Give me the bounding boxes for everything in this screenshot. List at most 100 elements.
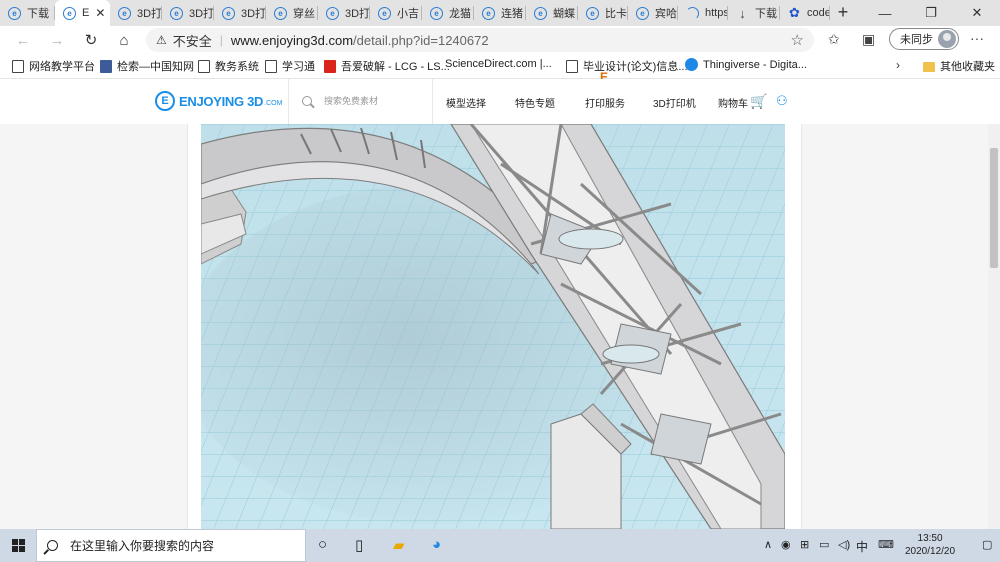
tab-15[interactable]: ✿ code: [780, 0, 830, 26]
avatar: [938, 30, 956, 48]
network-icon[interactable]: ⊞: [800, 538, 809, 551]
edge-page-icon: e: [222, 6, 235, 20]
ime-indicator[interactable]: 中: [856, 538, 868, 555]
divider: [432, 79, 433, 124]
minimize-button[interactable]: —: [862, 0, 908, 26]
logo-e-icon: E: [155, 91, 175, 111]
tab-active[interactable]: e E ✕: [55, 0, 110, 26]
tab-label: 穿丝: [293, 8, 315, 20]
edge-browser-icon[interactable]: ◕: [432, 536, 441, 553]
page-icon: [265, 59, 277, 73]
notifications-icon[interactable]: ▢: [982, 538, 992, 551]
wechat-tray-icon[interactable]: ◉: [781, 538, 791, 551]
more-menu-icon[interactable]: ···: [970, 30, 984, 46]
cart-icon[interactable]: 🛒: [750, 93, 767, 110]
start-button[interactable]: [0, 529, 36, 562]
taskbar-search-input[interactable]: 在这里输入你要搜索的内容: [70, 537, 214, 554]
windows-taskbar: 在这里输入你要搜索的内容 ○ ▯ ▰ ◕ ∧ ◉ ⊞ ▭ ◁) 中 ⌨ 13:5…: [0, 529, 1000, 562]
site-search[interactable]: 搜索免费素材: [302, 94, 378, 107]
volume-icon[interactable]: ◁): [838, 538, 850, 551]
tab-strip: e 下载 e E ✕ e 3D打 e 3D打 e 3D打 e 穿丝 e 3D打 …: [0, 0, 1000, 26]
warning-icon[interactable]: ⚠: [156, 33, 167, 47]
bookmark-item[interactable]: 教务系统: [198, 58, 259, 74]
tab-10[interactable]: e 蝴蝶: [526, 0, 578, 26]
favorites-icon[interactable]: ✩: [828, 31, 840, 48]
tab-close-icon[interactable]: ✕: [95, 6, 105, 20]
nav-print-service[interactable]: 打印服务: [585, 95, 625, 110]
tab-3[interactable]: e 3D打: [162, 0, 214, 26]
forward-button[interactable]: →: [46, 29, 68, 51]
tab-12[interactable]: e 宾哈: [628, 0, 678, 26]
edge-page-icon: e: [378, 6, 391, 20]
favorite-star-icon[interactable]: ☆: [791, 31, 804, 49]
tab-label: 3D打: [241, 8, 266, 20]
url-text[interactable]: www.enjoying3d.com/detail.php?id=1240672: [231, 33, 489, 48]
new-tab-button[interactable]: +: [833, 3, 853, 23]
search-input[interactable]: 搜索免费素材: [324, 94, 378, 107]
tab-2[interactable]: e 3D打: [110, 0, 162, 26]
cortana-icon[interactable]: ○: [318, 536, 327, 553]
address-bar[interactable]: ⚠ 不安全 | www.enjoying3d.com/detail.php?id…: [146, 28, 814, 52]
task-view-icon[interactable]: ▯: [355, 536, 363, 554]
tray-expand-icon[interactable]: ∧: [764, 538, 772, 551]
edge-page-icon: e: [326, 6, 339, 20]
tab-6[interactable]: e 3D打: [318, 0, 370, 26]
windows-logo-icon: [11, 539, 25, 552]
refresh-button[interactable]: ↻: [80, 29, 102, 51]
edge-page-icon: e: [63, 6, 76, 20]
page-scrollbar[interactable]: [988, 124, 1000, 529]
user-icon[interactable]: ⚇: [776, 93, 788, 109]
tab-4[interactable]: e 3D打: [214, 0, 266, 26]
tab-label: 小吉: [397, 8, 419, 20]
keyboard-icon[interactable]: ⌨: [878, 538, 894, 551]
tab-11[interactable]: e 比卡: [578, 0, 628, 26]
bookmark-item[interactable]: 检索—中国知网: [100, 58, 194, 74]
tab-7[interactable]: e 小吉: [370, 0, 422, 26]
tab-label: 比卡: [605, 8, 627, 20]
tab-label: 3D打: [345, 8, 370, 20]
tab-label: code: [807, 7, 830, 19]
bookmark-item[interactable]: 学习通: [265, 58, 315, 74]
url-domain: www.enjoying3d.com: [230, 32, 354, 48]
restore-button[interactable]: ❐: [908, 0, 954, 26]
security-status[interactable]: 不安全: [173, 31, 212, 50]
profile-button[interactable]: 未同步: [889, 28, 959, 50]
nav-3d-printer[interactable]: 3D打印机: [653, 95, 696, 110]
bookmark-item[interactable]: Thingiverse - Digita...: [685, 58, 807, 71]
tab-0[interactable]: e 下载: [0, 0, 55, 26]
nav-featured-topics[interactable]: 特色专题: [515, 95, 555, 110]
profile-label: 未同步: [900, 34, 933, 46]
search-icon[interactable]: [302, 95, 312, 106]
bookmark-item[interactable]: E ScienceDirect.com |...: [445, 58, 608, 84]
collections-icon[interactable]: ▣: [862, 31, 875, 48]
bookmark-item[interactable]: 网络教学平台: [12, 58, 95, 74]
tab-14[interactable]: ↓ 下载: [728, 0, 780, 26]
edge-page-icon: e: [274, 6, 287, 20]
system-clock[interactable]: 13:50 2020/12/20: [905, 532, 955, 558]
tab-5[interactable]: e 穿丝: [266, 0, 318, 26]
home-button[interactable]: ⌂: [113, 29, 135, 51]
bookmark-item[interactable]: 吾爱破解 - LCG - LS...: [324, 58, 450, 74]
tab-9[interactable]: e 连猪: [474, 0, 526, 26]
model-preview-image[interactable]: [201, 124, 785, 529]
close-window-button[interactable]: ✕: [954, 0, 1000, 26]
thingiverse-icon: [685, 58, 698, 71]
scrollbar-thumb[interactable]: [990, 148, 998, 268]
nav-cart[interactable]: 购物车: [718, 95, 748, 110]
bookmarks-overflow-icon[interactable]: ›: [896, 58, 900, 72]
download-icon: ↓: [739, 5, 746, 21]
file-explorer-icon[interactable]: ▰: [393, 536, 405, 554]
tab-label: 3D打: [137, 8, 162, 20]
logo-text: ENJOYING 3D: [179, 93, 264, 109]
nav-model-select[interactable]: 模型选择: [446, 95, 486, 110]
tab-13[interactable]: https: [678, 0, 728, 26]
battery-icon[interactable]: ▭: [819, 538, 829, 551]
bookmark-item[interactable]: 毕业设计(论文)信息...: [566, 58, 688, 74]
site-logo[interactable]: E ENJOYING 3D .COM: [155, 91, 282, 111]
tab-8[interactable]: e 龙猫: [422, 0, 474, 26]
back-button[interactable]: ←: [12, 29, 34, 51]
other-bookmarks-folder[interactable]: 其他收藏夹: [923, 58, 995, 74]
edge-page-icon: e: [534, 6, 547, 20]
bookmark-label: 吾爱破解 - LCG - LS...: [341, 61, 450, 73]
taskbar-search[interactable]: 在这里输入你要搜索的内容: [36, 529, 306, 562]
